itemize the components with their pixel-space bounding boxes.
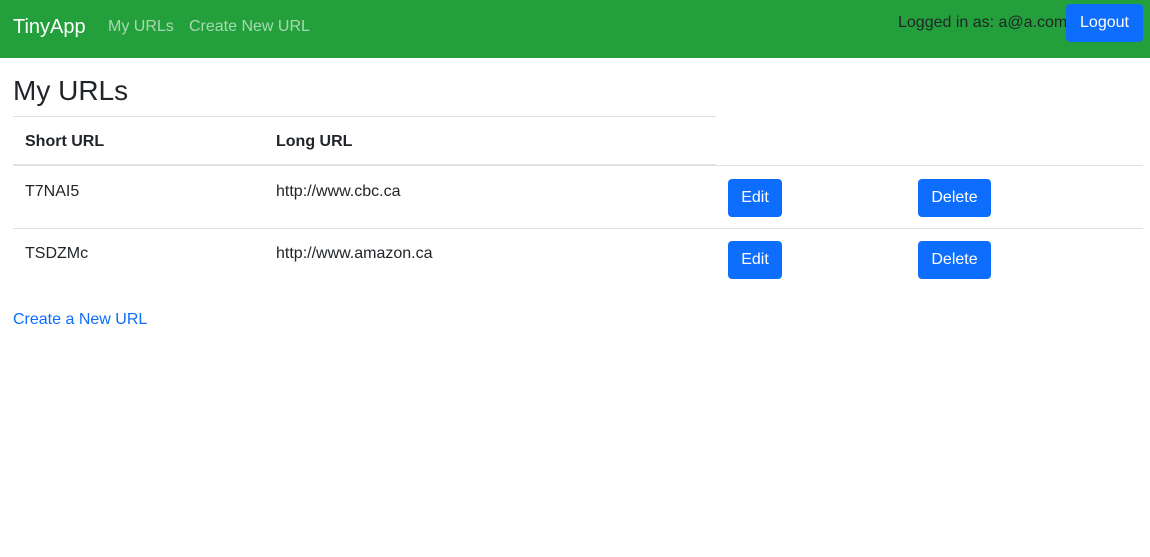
- create-new-url-link[interactable]: Create a New URL: [13, 310, 147, 330]
- row-divider: [13, 228, 1143, 229]
- logged-in-status: Logged in as: a@a.com: [898, 14, 1068, 31]
- nav-link-my-urls[interactable]: My URLs: [108, 17, 174, 37]
- brand-link[interactable]: TinyApp: [13, 14, 86, 40]
- delete-button[interactable]: Delete: [918, 179, 991, 217]
- edit-button[interactable]: Edit: [728, 179, 782, 217]
- column-header-long-url: Long URL: [276, 133, 353, 150]
- short-url-cell: T7NAI5: [25, 183, 80, 200]
- long-url-cell: http://www.cbc.ca: [276, 183, 401, 200]
- logout-button[interactable]: Logout: [1066, 4, 1143, 42]
- long-url-cell: http://www.amazon.ca: [276, 245, 433, 262]
- table-header-border-extension: [716, 165, 1143, 166]
- table-top-border: [13, 116, 716, 117]
- navbar: TinyApp My URLs Create New URL Logged in…: [0, 0, 1150, 58]
- edit-button[interactable]: Edit: [728, 241, 782, 279]
- short-url-cell: TSDZMc: [25, 245, 89, 262]
- table-header-border: [13, 164, 716, 166]
- column-header-short-url: Short URL: [25, 133, 105, 150]
- delete-button[interactable]: Delete: [918, 241, 991, 279]
- nav-link-create-new-url[interactable]: Create New URL: [189, 17, 310, 37]
- page-title: My URLs: [13, 75, 129, 106]
